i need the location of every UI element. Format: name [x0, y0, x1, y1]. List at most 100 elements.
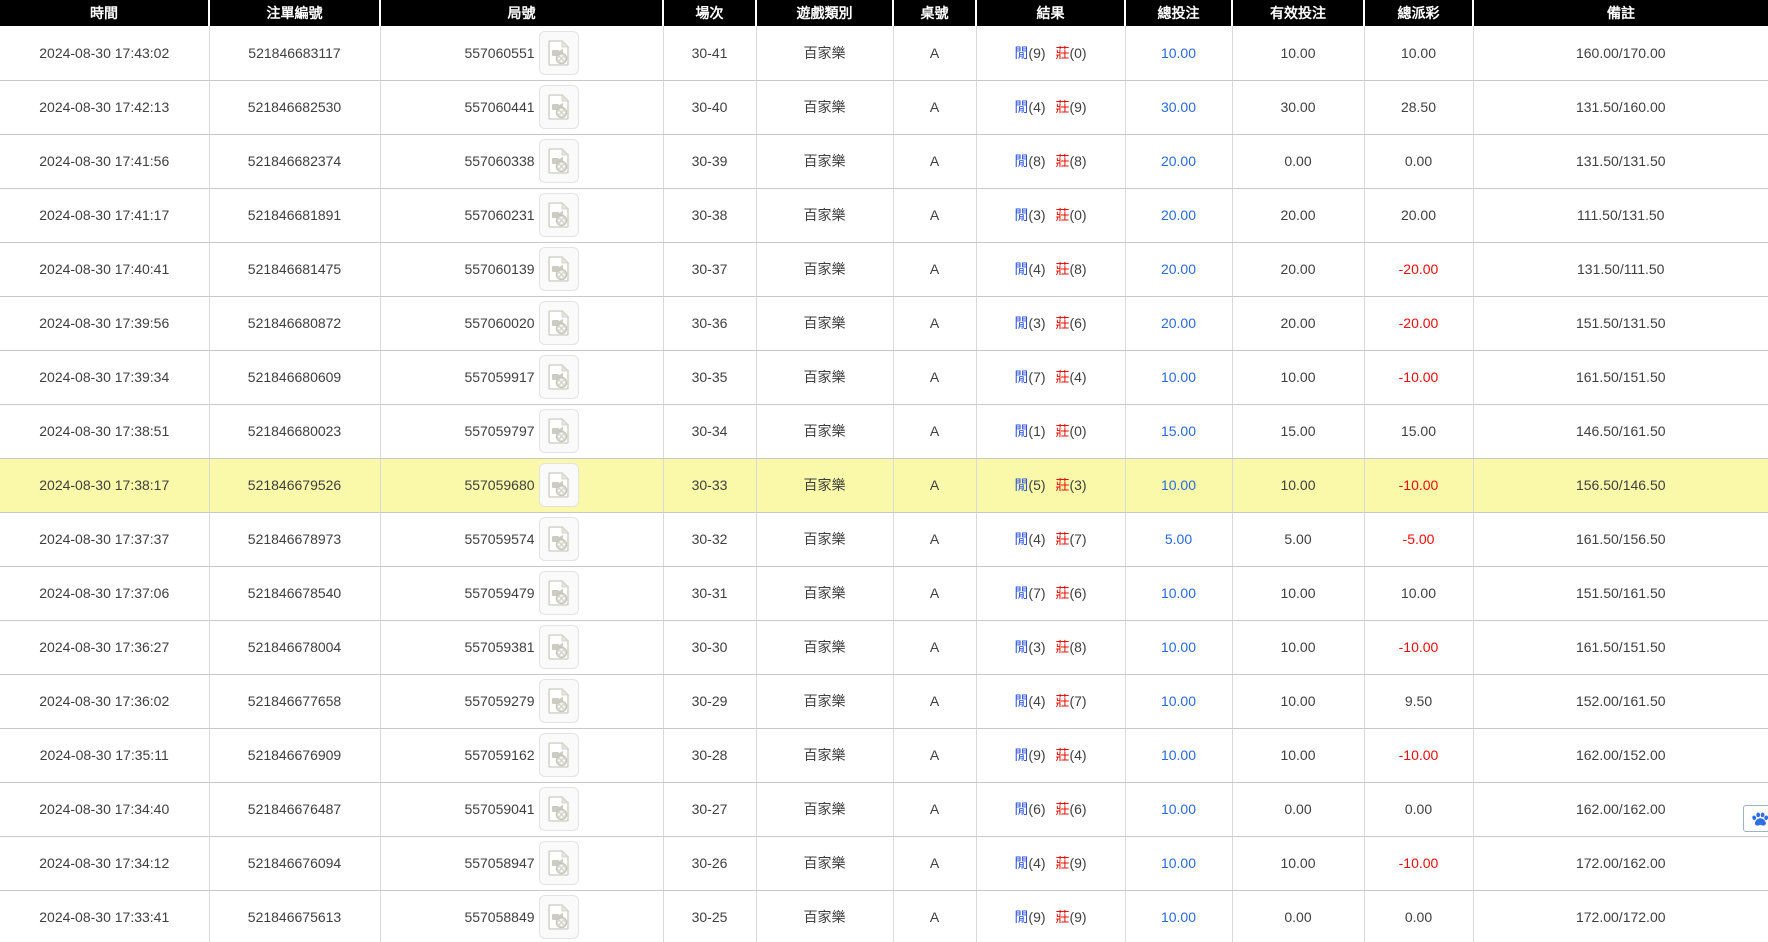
video-replay-button[interactable] [539, 895, 579, 939]
player-label: 閒 [1014, 477, 1028, 493]
total-bet-cell: 10.00 [1125, 458, 1232, 512]
round-id-cell: 557059279 [380, 674, 663, 728]
total-payout-cell: -10.00 [1364, 728, 1473, 782]
table-body: 2024-08-30 17:43:02 521846683117 5570605… [0, 26, 1768, 942]
video-replay-button[interactable] [539, 733, 579, 777]
table-row: 2024-08-30 17:33:41 521846675613 5570588… [0, 890, 1768, 942]
banker-label: 莊 [1055, 855, 1069, 871]
total-payout-cell: 0.00 [1364, 890, 1473, 942]
player-score: (8) [1028, 153, 1045, 169]
banker-label: 莊 [1055, 531, 1069, 547]
total-bet-link[interactable]: 10.00 [1161, 369, 1196, 385]
round-id-text: 557059574 [464, 531, 534, 547]
valid-bet-cell: 10.00 [1232, 620, 1364, 674]
paw-float-button[interactable] [1743, 805, 1768, 832]
result-cell: 閒(4) 莊(7) [976, 512, 1125, 566]
total-bet-link[interactable]: 10.00 [1161, 909, 1196, 925]
result-cell: 閒(7) 莊(6) [976, 566, 1125, 620]
banker-score: (9) [1069, 909, 1086, 925]
total-bet-link[interactable]: 20.00 [1161, 207, 1196, 223]
total-bet-link[interactable]: 20.00 [1161, 261, 1196, 277]
col-header-session: 場次 [663, 0, 756, 26]
result-cell: 閒(4) 莊(9) [976, 80, 1125, 134]
round-id-text: 557059381 [464, 639, 534, 655]
video-replay-button[interactable] [539, 301, 579, 345]
table-no-cell: A [893, 188, 976, 242]
table-row: 2024-08-30 17:43:02 521846683117 5570605… [0, 26, 1768, 80]
table-row: 2024-08-30 17:36:02 521846677658 5570592… [0, 674, 1768, 728]
player-label: 閒 [1014, 801, 1028, 817]
total-payout-cell: 28.50 [1364, 80, 1473, 134]
player-score: (9) [1028, 45, 1045, 61]
video-replay-button[interactable] [539, 355, 579, 399]
total-bet-link[interactable]: 10.00 [1161, 693, 1196, 709]
total-bet-link[interactable]: 30.00 [1161, 99, 1196, 115]
bet-id-cell: 521846679526 [209, 458, 380, 512]
video-replay-button[interactable] [539, 517, 579, 561]
time-cell: 2024-08-30 17:39:56 [0, 296, 209, 350]
total-bet-link[interactable]: 10.00 [1161, 639, 1196, 655]
total-bet-link[interactable]: 10.00 [1161, 747, 1196, 763]
player-label: 閒 [1014, 585, 1028, 601]
table-no-cell: A [893, 80, 976, 134]
remark-cell: 131.50/111.50 [1473, 242, 1768, 296]
total-bet-link[interactable]: 20.00 [1161, 153, 1196, 169]
round-id-text: 557060441 [464, 99, 534, 115]
video-replay-button[interactable] [539, 679, 579, 723]
video-replay-button[interactable] [539, 463, 579, 507]
video-replay-button[interactable] [539, 841, 579, 885]
player-label: 閒 [1014, 855, 1028, 871]
video-replay-button[interactable] [539, 31, 579, 75]
banker-score: (7) [1069, 531, 1086, 547]
video-replay-button[interactable] [539, 787, 579, 831]
video-replay-button[interactable] [539, 247, 579, 291]
total-bet-cell: 10.00 [1125, 26, 1232, 80]
total-bet-link[interactable]: 20.00 [1161, 315, 1196, 331]
player-score: (3) [1028, 207, 1045, 223]
game-type-cell: 百家樂 [756, 242, 893, 296]
game-type-cell: 百家樂 [756, 512, 893, 566]
video-replay-button[interactable] [539, 625, 579, 669]
bet-records-table: 時間 注單編號 局號 場次 遊戲類別 桌號 結果 總投注 有效投注 總派彩 備註… [0, 0, 1768, 942]
valid-bet-cell: 30.00 [1232, 80, 1364, 134]
banker-label: 莊 [1055, 315, 1069, 331]
video-replay-button[interactable] [539, 571, 579, 615]
bet-id-cell: 521846678004 [209, 620, 380, 674]
round-id-cell: 557059381 [380, 620, 663, 674]
round-id-cell: 557059797 [380, 404, 663, 458]
video-replay-button[interactable] [539, 85, 579, 129]
total-bet-link[interactable]: 10.00 [1161, 45, 1196, 61]
round-id-cell: 557060231 [380, 188, 663, 242]
session-cell: 30-38 [663, 188, 756, 242]
valid-bet-cell: 10.00 [1232, 350, 1364, 404]
table-no-cell: A [893, 296, 976, 350]
total-bet-link[interactable]: 10.00 [1161, 585, 1196, 601]
total-bet-link[interactable]: 15.00 [1161, 423, 1196, 439]
total-payout-cell: 10.00 [1364, 26, 1473, 80]
player-score: (1) [1028, 423, 1045, 439]
col-header-total-payout: 總派彩 [1364, 0, 1473, 26]
game-type-cell: 百家樂 [756, 458, 893, 512]
total-payout-cell: -10.00 [1364, 836, 1473, 890]
total-bet-link[interactable]: 10.00 [1161, 801, 1196, 817]
video-replay-button[interactable] [539, 139, 579, 183]
player-label: 閒 [1014, 153, 1028, 169]
time-cell: 2024-08-30 17:34:12 [0, 836, 209, 890]
total-bet-link[interactable]: 10.00 [1161, 477, 1196, 493]
total-bet-link[interactable]: 10.00 [1161, 855, 1196, 871]
banker-score: (9) [1069, 99, 1086, 115]
remark-cell: 131.50/131.50 [1473, 134, 1768, 188]
valid-bet-cell: 20.00 [1232, 296, 1364, 350]
total-bet-link[interactable]: 5.00 [1165, 531, 1192, 547]
video-replay-button[interactable] [539, 193, 579, 237]
time-cell: 2024-08-30 17:41:17 [0, 188, 209, 242]
table-row: 2024-08-30 17:37:37 521846678973 5570595… [0, 512, 1768, 566]
time-cell: 2024-08-30 17:38:17 [0, 458, 209, 512]
player-label: 閒 [1014, 693, 1028, 709]
banker-label: 莊 [1055, 477, 1069, 493]
video-replay-button[interactable] [539, 409, 579, 453]
table-row: 2024-08-30 17:34:40 521846676487 5570590… [0, 782, 1768, 836]
game-type-cell: 百家樂 [756, 188, 893, 242]
bet-id-cell: 521846676094 [209, 836, 380, 890]
banker-score: (0) [1069, 423, 1086, 439]
